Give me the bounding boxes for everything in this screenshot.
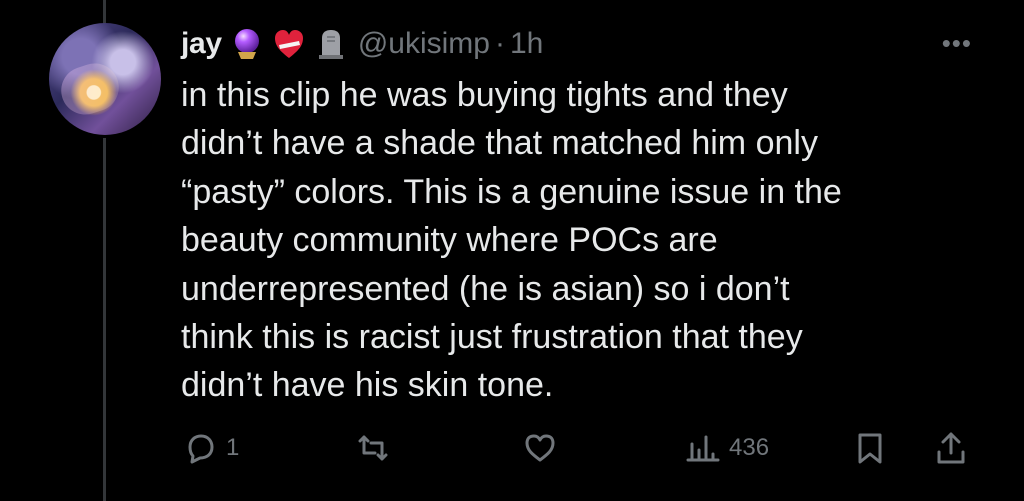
timestamp[interactable]: 1h [510, 27, 543, 61]
tweet-line: didn’t have a shade that matched him onl… [181, 124, 818, 163]
like-button[interactable] [521, 426, 566, 470]
more-icon[interactable]: ••• [942, 28, 972, 59]
bookmark-icon [858, 433, 882, 464]
headstone-icon [318, 30, 343, 59]
reply-button[interactable]: 1 [181, 426, 239, 470]
share-icon [937, 432, 965, 464]
tweet-text: in this clip he was buying tights and th… [181, 71, 971, 410]
share-button[interactable] [932, 426, 970, 470]
reply-icon [188, 434, 214, 464]
view-count: 436 [729, 434, 770, 461]
author-handle[interactable]: @ukisimp [358, 27, 490, 61]
author-name[interactable]: jay [181, 27, 222, 61]
tweet-line: underrepresented (he is asian) so i don’… [181, 269, 790, 308]
tweet-line: think this is racist just frustration th… [181, 318, 803, 357]
views-button[interactable]: 436 [684, 426, 769, 470]
reply-count: 1 [226, 434, 240, 461]
heart-icon [525, 434, 555, 462]
repost-button[interactable] [354, 426, 399, 470]
views-icon [686, 435, 720, 462]
tweet-line: “pasty” colors. This is a genuine issue … [181, 172, 842, 211]
crystal-ball-icon [234, 29, 259, 59]
avatar[interactable] [49, 23, 161, 135]
header-separator: · [494, 27, 505, 60]
tweet-line: didn’t have his skin tone. [181, 366, 554, 405]
tweet-line: beauty community where POCs are [181, 221, 718, 260]
bookmark-button[interactable] [851, 426, 889, 470]
tweet-actions: 1 436 [181, 426, 973, 470]
repost-icon [358, 435, 388, 461]
tweet-header: jay @ukisimp · 1h [181, 25, 543, 63]
mending-heart-icon [274, 30, 303, 58]
thread-line-bottom [103, 138, 106, 501]
tweet-line: in this clip he was buying tights and th… [181, 76, 788, 114]
